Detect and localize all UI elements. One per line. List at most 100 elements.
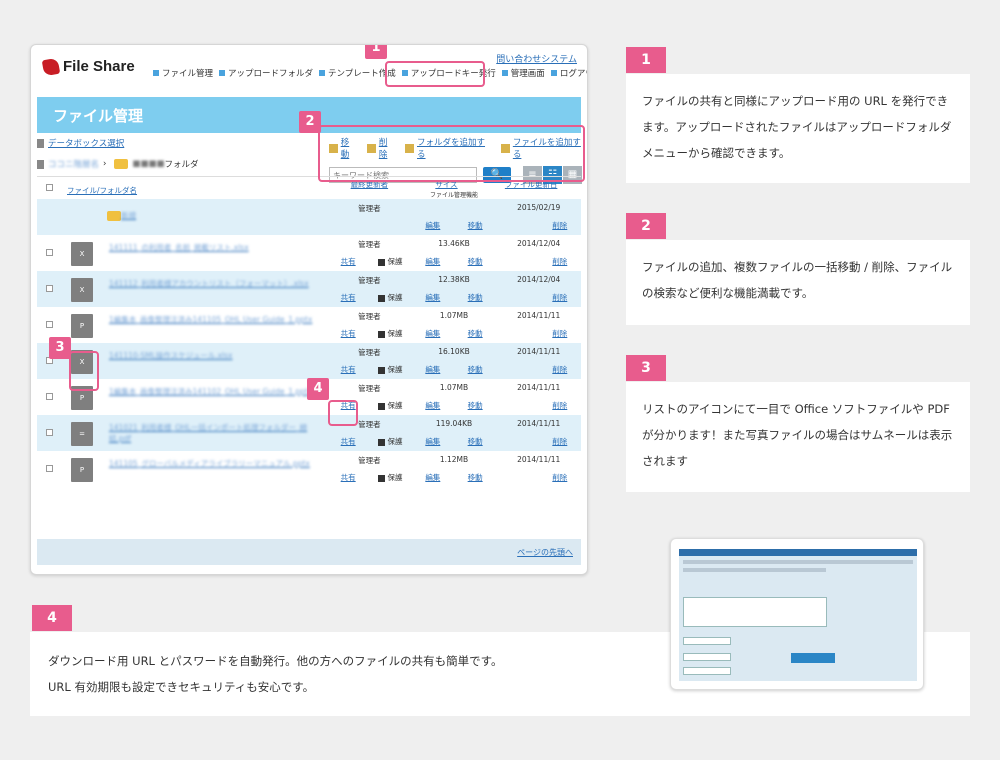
protect-toggle[interactable]: 保護 [369,292,411,303]
row-checkbox[interactable] [46,429,53,436]
delete-link[interactable]: 削除 [539,328,581,339]
file-table: ファイル/フォルダ名 最終更新者 サイズ ファイル更新日 ファイル管理機能 新規… [37,176,581,541]
highlight-upload-key [385,61,485,87]
col-functions: ファイル管理機能 [429,192,478,199]
date: 2015/02/19 [517,203,561,212]
file-name[interactable]: 141112_利用者様アカウントリスト（フォーマット）.xlsx [109,278,319,289]
date: 2014/11/11 [517,419,561,428]
breadcrumb-databox-label: データボックス選択 [48,139,125,149]
protect-toggle[interactable]: 保護 [369,328,411,339]
file-name[interactable]: 1編集本_画像整理注済み141105_OHL User Guide_1.pptx [109,314,319,325]
move-link[interactable]: 移動 [454,436,496,447]
owner: 管理者 [358,240,381,249]
delete-link[interactable]: 削除 [539,400,581,411]
row-checkbox[interactable] [46,465,53,472]
delete-link[interactable]: 削除 [539,436,581,447]
move-link[interactable]: 移動 [454,256,496,267]
move-link[interactable]: 移動 [454,328,496,339]
breadcrumb-path[interactable]: ココニ階層名 [48,158,99,170]
date: 2014/11/11 [517,347,561,356]
share-link[interactable]: 共有 [327,436,369,447]
col-name[interactable]: ファイル/フォルダ名 [67,185,137,196]
move-link[interactable]: 移動 [454,292,496,303]
share-link[interactable]: 共有 [327,328,369,339]
move-link[interactable]: 移動 [454,364,496,375]
delete-link[interactable]: 削除 [539,364,581,375]
highlight-toolbar [318,125,585,182]
edit-link[interactable]: 編集 [412,256,454,267]
move-link[interactable]: 移動 [454,220,496,231]
app-screenshot: File Share 問い合わせシステム ファイル管理 アップロードフォルダ テ… [30,44,588,575]
file-name[interactable]: 141021_利用者様_OHL一括インポート処理フォルダー_締結.pdf [109,422,319,444]
delete-link[interactable]: 削除 [539,292,581,303]
size: 12.38KB [438,275,470,284]
owner: 管理者 [358,312,381,321]
row-checkbox[interactable] [46,249,53,256]
highlight-file-icon [69,351,99,391]
contact-link[interactable]: 問い合わせシステム [496,52,577,65]
nav-file-management[interactable]: ファイル管理 [153,67,213,79]
nav-logout[interactable]: ログアウト [551,67,587,79]
powerpoint-file-icon: P [71,314,93,338]
table-row: X 141110-SML操作スケジュール.xlsx 管理者 16.10KB 2014… [37,343,581,379]
folder-icon [114,159,129,169]
protect-toggle[interactable]: 保護 [369,472,411,483]
table-row: P 141105_グローバルメディアライブラリーマニュアル.pptx 管理者 1.… [37,451,581,487]
edit-link[interactable]: 編集 [412,364,454,375]
breadcrumb-current: フォルダ [164,160,199,170]
share-link[interactable]: 共有 [327,256,369,267]
table-row: X 141111_の利用者_名前_掲載リスト.xlsx 管理者 13.46KB 20… [37,235,581,271]
callout-badge-1: 1 [365,45,387,59]
footer-bar: ページの先頭へ [37,539,581,565]
share-dialog-thumbnail [670,538,924,690]
row-checkbox[interactable] [46,321,53,328]
date: 2014/11/11 [517,311,561,320]
edit-link[interactable]: 編集 [412,220,454,231]
share-link[interactable]: 共有 [327,292,369,303]
owner: 管理者 [358,348,381,357]
nav-upload-folder[interactable]: アップロードフォルダ [219,67,313,79]
move-link[interactable]: 移動 [454,400,496,411]
move-link[interactable]: 移動 [454,472,496,483]
protect-toggle[interactable]: 保護 [369,400,411,411]
breadcrumb-databox[interactable]: データボックス選択 [37,137,124,149]
edit-link[interactable]: 編集 [412,400,454,411]
protect-toggle[interactable]: 保護 [369,256,411,267]
delete-link[interactable]: 削除 [539,220,581,231]
nav-admin[interactable]: 管理画面 [502,67,545,79]
file-name[interactable]: 141111_の利用者_名前_掲載リスト.xlsx [109,242,319,253]
main-nav: ファイル管理 アップロードフォルダ テンプレート作成 アップロードキー発行 管理… [153,67,587,79]
edit-link[interactable]: 編集 [412,328,454,339]
note-badge-4: 4 [32,605,72,631]
logo[interactable]: File Share [41,57,135,76]
note-badge-1: 1 [626,47,666,73]
file-name[interactable]: 141110-SML操作スケジュール.xlsx [109,350,319,361]
edit-link[interactable]: 編集 [412,472,454,483]
row-checkbox[interactable] [46,285,53,292]
row-checkbox[interactable] [46,393,53,400]
edit-link[interactable]: 編集 [412,292,454,303]
delete-link[interactable]: 削除 [539,256,581,267]
protect-toggle[interactable]: 保護 [369,364,411,375]
owner: 管理者 [358,204,381,213]
table-row: 新規 管理者 2015/02/19 編集 移動 削除 [37,199,581,235]
powerpoint-file-icon: P [71,458,93,482]
share-link[interactable]: 共有 [327,472,369,483]
select-all-checkbox[interactable] [46,184,53,191]
size: 119.04KB [435,419,473,428]
delete-link[interactable]: 削除 [539,472,581,483]
table-row: P 1編集本_画像整理注済み141105_OHL User Guide_1.pp… [37,307,581,343]
callout-badge-4: 4 [307,378,329,400]
size: 16.10KB [438,347,470,356]
size [412,203,497,214]
share-link[interactable]: 共有 [327,364,369,375]
file-name[interactable]: 141105_グローバルメディアライブラリーマニュアル.pptx [109,458,319,469]
callout-badge-3: 3 [49,337,71,359]
edit-link[interactable]: 編集 [412,436,454,447]
size: 1.07MB [439,383,469,392]
page-top-link[interactable]: ページの先頭へ [517,547,573,558]
protect-toggle[interactable]: 保護 [369,436,411,447]
file-name[interactable]: 新規 [121,210,331,221]
file-name[interactable]: 1編集本_画像整理注済み141102_OHL User Guide_1.pptx [109,386,319,397]
logo-text: File Share [63,58,135,75]
